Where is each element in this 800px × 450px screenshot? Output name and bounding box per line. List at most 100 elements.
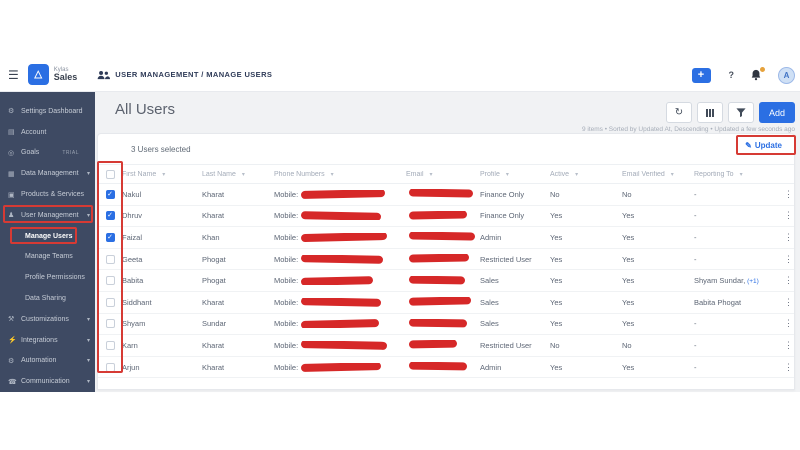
email-redaction-scribble	[409, 276, 465, 284]
phone-redaction-scribble	[301, 190, 385, 199]
row-checkbox[interactable]	[106, 298, 115, 307]
email-redaction-scribble	[409, 319, 467, 328]
sort-caret-icon[interactable]: ▾	[430, 171, 433, 178]
sort-caret-icon[interactable]: ▾	[242, 171, 245, 178]
sidebar-item-communication[interactable]: ☎Communication▾	[0, 371, 95, 392]
reporting-to: -	[694, 319, 697, 328]
first-name: Karn	[122, 341, 138, 350]
row-checkbox[interactable]	[106, 211, 115, 220]
sidebar-item-manage-teams[interactable]: Manage Teams	[0, 247, 95, 268]
breadcrumb: USER MANAGEMENT / MANAGE USERS	[97, 70, 272, 80]
row-checkbox[interactable]	[106, 233, 115, 242]
chevron-down-icon: ▾	[87, 357, 90, 364]
filter-button[interactable]	[728, 102, 754, 123]
table-row[interactable]: DhruvKharatMobile:Finance OnlyYesYes-⋮	[98, 206, 794, 228]
automation-icon: ⚙	[8, 357, 18, 365]
sidebar-item-integrations[interactable]: ⚡Integrations▾	[0, 330, 95, 351]
sidebar-item-profile-permissions[interactable]: Profile Permissions	[0, 267, 95, 288]
email-redaction-scribble	[409, 189, 473, 198]
row-menu-icon[interactable]: ⋮	[784, 232, 793, 242]
first-name: Shyam	[122, 319, 145, 328]
pencil-icon: ✎	[745, 141, 752, 150]
table-row[interactable]: ArjunKharatMobile:AdminYesYes-⋮	[98, 357, 794, 379]
row-menu-icon[interactable]: ⋮	[784, 297, 793, 307]
row-menu-icon[interactable]: ⋮	[784, 340, 793, 350]
sidebar-item-data-sharing[interactable]: Data Sharing	[0, 288, 95, 309]
table-row[interactable]: KarnKharatMobile:Restricted UserNoNo-⋮	[98, 335, 794, 357]
row-menu-icon[interactable]: ⋮	[784, 254, 793, 264]
profile: Restricted User	[480, 341, 532, 350]
active: Yes	[550, 233, 562, 242]
row-menu-icon[interactable]: ⋮	[784, 318, 793, 328]
row-menu-icon[interactable]: ⋮	[784, 210, 793, 220]
update-button[interactable]: ✎ Update	[745, 141, 782, 150]
add-button[interactable]: Add	[759, 102, 795, 123]
sort-caret-icon[interactable]: ▾	[740, 171, 743, 178]
profile: Restricted User	[480, 255, 532, 264]
phone-prefix: Mobile:	[274, 190, 298, 199]
email-verified: Yes	[622, 363, 634, 372]
quick-add-button[interactable]: +	[692, 68, 711, 83]
phone-redaction-scribble	[301, 363, 381, 372]
table-row[interactable]: NakulKharatMobile:Finance OnlyNoNo-⋮	[98, 184, 794, 206]
table-row[interactable]: SiddhantKharatMobile:SalesYesYesBabita P…	[98, 292, 794, 314]
hamburger-menu-icon[interactable]: ☰	[8, 68, 19, 82]
sort-caret-icon[interactable]: ▾	[506, 171, 509, 178]
sort-caret-icon[interactable]: ▾	[575, 171, 578, 178]
last-name: Khan	[202, 233, 220, 242]
phone-prefix: Mobile:	[274, 233, 298, 242]
kylas-logo[interactable]: △	[28, 64, 49, 85]
notifications-button[interactable]	[750, 69, 762, 81]
row-checkbox[interactable]	[106, 341, 115, 350]
row-checkbox[interactable]	[106, 276, 115, 285]
reporting-to: -	[694, 363, 697, 372]
table-row[interactable]: BabitaPhogatMobile:SalesYesYesShyam Sund…	[98, 270, 794, 292]
page-title: All Users	[115, 101, 175, 118]
reporting-more-link[interactable]: (+1)	[745, 278, 759, 285]
row-menu-icon[interactable]: ⋮	[784, 189, 793, 199]
sidebar-item-data-management[interactable]: ▦Data Management▾	[0, 163, 95, 184]
logo-mark-icon: △	[34, 69, 42, 80]
topbar-actions: + ? A	[692, 58, 800, 92]
toolbar: ↻ Add	[666, 102, 795, 123]
active: Yes	[550, 211, 562, 220]
table-row[interactable]: FaizalKhanMobile:AdminYesYes-⋮	[98, 227, 794, 249]
row-checkbox[interactable]	[106, 190, 115, 199]
sort-caret-icon[interactable]: ▾	[671, 171, 674, 178]
row-checkbox[interactable]	[106, 363, 115, 372]
row-menu-icon[interactable]: ⋮	[784, 275, 793, 285]
profile: Sales	[480, 319, 499, 328]
columns-button[interactable]	[697, 102, 723, 123]
sidebar: ⚙Settings Dashboard▤Account◎GoalsTRIAL▦D…	[0, 92, 95, 392]
select-all-checkbox[interactable]	[106, 170, 115, 179]
phone-prefix: Mobile:	[274, 341, 298, 350]
refresh-button[interactable]: ↻	[666, 102, 692, 123]
table-row[interactable]: GeetaPhogatMobile:Restricted UserYesYes-…	[98, 249, 794, 271]
avatar[interactable]: A	[778, 67, 795, 84]
sort-caret-icon[interactable]: ▾	[162, 171, 165, 178]
sidebar-item-account[interactable]: ▤Account	[0, 122, 95, 143]
chevron-down-icon: ▾	[87, 337, 90, 344]
notification-badge	[759, 66, 766, 73]
sidebar-item-automation[interactable]: ⚙Automation▾	[0, 351, 95, 372]
sort-caret-icon[interactable]: ▾	[331, 171, 334, 178]
email-redaction-scribble	[409, 340, 457, 349]
active: Yes	[550, 298, 562, 307]
table-row[interactable]: ShyamSundarMobile:SalesYesYes-⋮	[98, 314, 794, 336]
email-redaction-scribble	[409, 232, 475, 241]
email-verified: No	[622, 190, 632, 199]
sidebar-item-label: Profile Permissions	[25, 274, 85, 281]
row-checkbox[interactable]	[106, 255, 115, 264]
sidebar-item-customizations[interactable]: ⚒Customizations▾	[0, 309, 95, 330]
sidebar-item-goals[interactable]: ◎GoalsTRIAL	[0, 143, 95, 164]
row-checkbox[interactable]	[106, 319, 115, 328]
reporting-to: -	[694, 255, 697, 264]
sidebar-item-manage-users[interactable]: Manage Users	[0, 226, 95, 247]
sidebar-item-products-services[interactable]: ▣Products & Services	[0, 184, 95, 205]
sidebar-item-user-management[interactable]: ♟User Management▾	[0, 205, 95, 226]
row-menu-icon[interactable]: ⋮	[784, 362, 793, 372]
sidebar-item-settings-dashboard[interactable]: ⚙Settings Dashboard	[0, 101, 95, 122]
help-icon[interactable]: ?	[729, 70, 735, 80]
table-header: First Name▾Last Name▾Phone Numbers▾Email…	[98, 164, 794, 184]
column-header-first-name: First Name	[122, 171, 156, 178]
